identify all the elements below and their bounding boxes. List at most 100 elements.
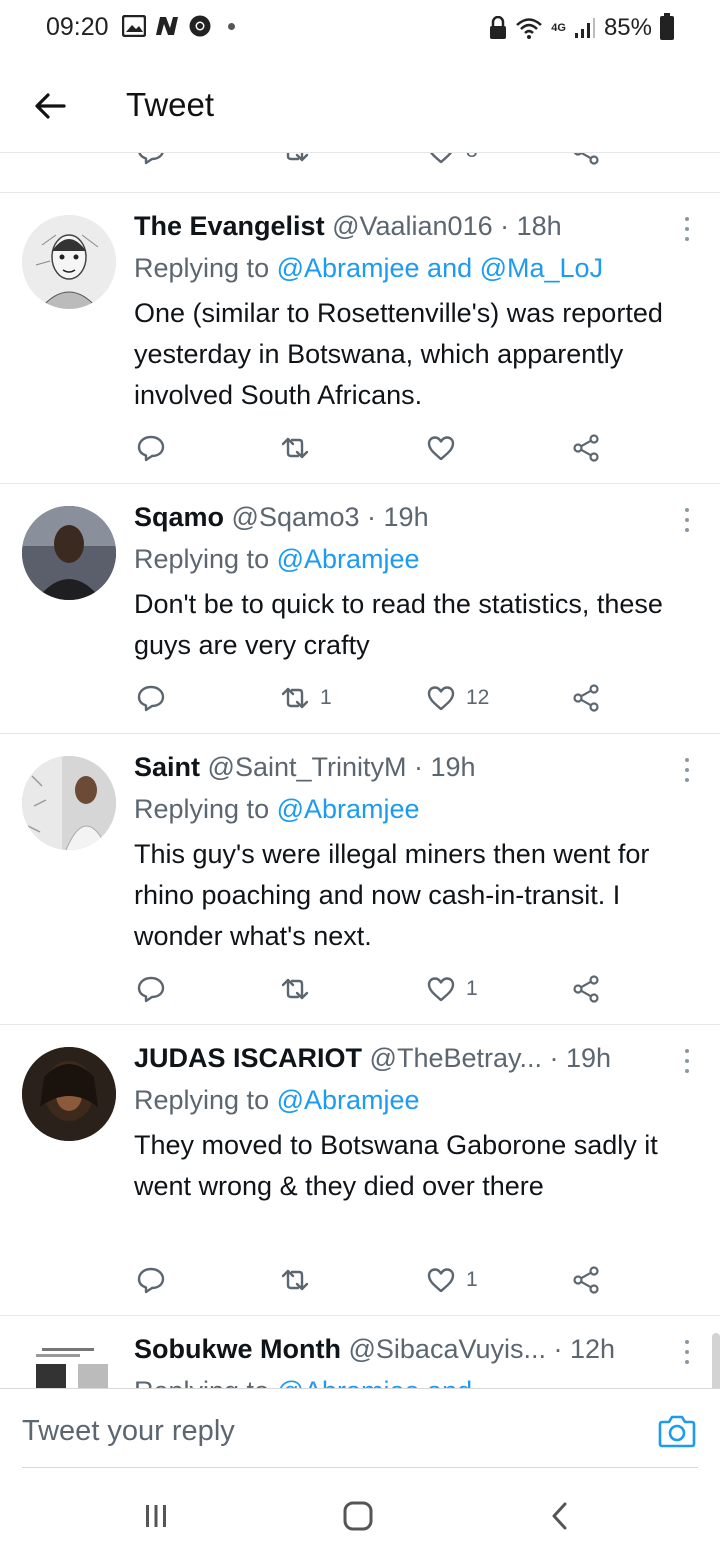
share-button[interactable] (572, 678, 602, 718)
reply-tweet[interactable]: Saint @Saint_TrinityM · 19h Replying to … (0, 734, 720, 1025)
display-name[interactable]: Sobukwe Month (134, 1334, 341, 1364)
action-bar: 1 (134, 969, 614, 1009)
reply-button[interactable] (136, 969, 166, 1009)
system-back-button[interactable] (540, 1500, 580, 1532)
avatar[interactable] (22, 756, 116, 850)
mention-link[interactable]: @Abramjee and (277, 1376, 473, 1388)
n-icon (156, 17, 178, 35)
share-button[interactable] (572, 969, 602, 1009)
tweet-header: Saint @Saint_TrinityM · 19h (134, 752, 664, 783)
mention-link[interactable]: @Abramjee (277, 794, 420, 824)
retweet-icon (286, 153, 309, 162)
reply-tweet[interactable]: JUDAS ISCARIOT @TheBetray... · 19h Reply… (0, 1025, 720, 1316)
like-button[interactable]: 1 (426, 969, 478, 1009)
replying-to-label: Replying to (134, 544, 277, 574)
reply-icon (137, 976, 165, 1003)
retweet-button[interactable] (280, 153, 310, 171)
more-options-button[interactable] (682, 758, 692, 782)
replies-feed[interactable]: 3 The Evangelist @Vaalian016 · 18h (0, 153, 720, 1388)
recents-button[interactable] (136, 1500, 176, 1532)
heart-icon (427, 686, 455, 711)
timestamp: · 19h (367, 502, 429, 532)
avatar[interactable] (22, 1338, 116, 1388)
heart-icon (427, 977, 455, 1002)
notification-icons (122, 14, 235, 38)
reply-button[interactable] (136, 428, 166, 468)
share-button[interactable] (572, 153, 602, 171)
display-name[interactable]: JUDAS ISCARIOT (134, 1043, 362, 1073)
chrome-icon (189, 15, 211, 37)
replying-to: Replying to @Abramjee and @Ma_LoJ (134, 253, 603, 284)
more-options-button[interactable] (682, 217, 692, 241)
action-bar (134, 428, 614, 468)
mention-link[interactable]: @Abramjee (277, 544, 420, 574)
partial-tweet-actions: 3 (0, 153, 720, 193)
share-button[interactable] (572, 428, 602, 468)
share-button[interactable] (572, 1260, 602, 1300)
display-name[interactable]: The Evangelist (134, 211, 325, 241)
home-icon (343, 1501, 373, 1531)
replying-to-label: Replying to (134, 253, 277, 283)
retweet-button[interactable]: 1 (280, 678, 332, 718)
mention-link[interactable]: @Abramjee (277, 1085, 420, 1115)
reply-icon (137, 685, 165, 712)
camera-button[interactable] (658, 1413, 696, 1449)
like-button[interactable]: 1 (426, 1260, 478, 1300)
avatar[interactable] (22, 1047, 116, 1141)
like-button[interactable]: 12 (426, 678, 489, 718)
reply-button[interactable] (136, 1260, 166, 1300)
reply-button[interactable] (136, 153, 166, 171)
like-button[interactable] (426, 428, 466, 468)
share-icon (573, 684, 599, 712)
retweet-button[interactable] (280, 428, 320, 468)
avatar[interactable] (22, 215, 116, 309)
avatar[interactable] (22, 506, 116, 600)
like-count: 3 (466, 153, 478, 163)
scrollbar-thumb[interactable] (712, 1333, 720, 1388)
user-handle: @Saint_TrinityM (207, 752, 407, 782)
heart-icon (427, 436, 455, 461)
tweet-header: The Evangelist @Vaalian016 · 18h (134, 211, 664, 242)
back-button[interactable] (26, 82, 74, 130)
retweet-icon (281, 978, 309, 1000)
like-count: 1 (466, 1268, 478, 1291)
share-icon (573, 1266, 599, 1294)
more-options-button[interactable] (682, 1049, 692, 1073)
reply-button[interactable] (136, 678, 166, 718)
retweet-count: 1 (320, 686, 332, 709)
like-button[interactable]: 3 (426, 153, 478, 171)
home-button[interactable] (338, 1500, 378, 1532)
more-options-button[interactable] (682, 1340, 692, 1364)
like-count: 1 (466, 977, 478, 1000)
wifi-icon (516, 18, 543, 39)
reply-tweet[interactable]: The Evangelist @Vaalian016 · 18h Replyin… (0, 193, 720, 484)
replying-to: Replying to @Abramjee (134, 1085, 420, 1116)
replying-to-label: Replying to (134, 794, 277, 824)
signal-icon (574, 18, 595, 38)
retweet-button[interactable] (280, 969, 320, 1009)
replying-to: Replying to @Abramjee (134, 544, 420, 575)
replying-to: Replying to @Abramjee and (134, 1376, 472, 1388)
replying-to-label: Replying to (134, 1376, 277, 1388)
mention-link[interactable]: @Abramjee and @Ma_LoJ (277, 253, 603, 283)
reply-tweet[interactable]: Sqamo @Sqamo3 · 19h Replying to @Abramje… (0, 484, 720, 734)
tweet-text: One (similar to Rosettenville's) was rep… (134, 298, 663, 410)
more-options-button[interactable] (682, 508, 692, 532)
heart-icon (430, 153, 452, 164)
system-icons: 4G 85% (489, 13, 674, 42)
tweet-header: Sobukwe Month @SibacaVuyis... · 12h (134, 1334, 664, 1365)
like-count: 12 (466, 686, 490, 709)
battery-percent: 85% (603, 14, 652, 41)
avatar-photo-image (22, 756, 116, 850)
reply-input[interactable]: Tweet your reply (22, 1415, 235, 1448)
display-name[interactable]: Sqamo (134, 502, 224, 532)
retweet-button[interactable] (280, 1260, 320, 1300)
replying-to: Replying to @Abramjee (134, 794, 420, 825)
tweet-header: Sqamo @Sqamo3 · 19h (134, 502, 664, 533)
display-name[interactable]: Saint (134, 752, 200, 782)
status-bar: 09:20 4G 85% (0, 0, 720, 60)
camera-icon (658, 1415, 696, 1448)
tweet-header: JUDAS ISCARIOT @TheBetray... · 19h (134, 1043, 664, 1074)
reply-tweet[interactable]: Sobukwe Month @SibacaVuyis... · 12h Repl… (0, 1316, 720, 1388)
reply-icon (137, 435, 165, 462)
